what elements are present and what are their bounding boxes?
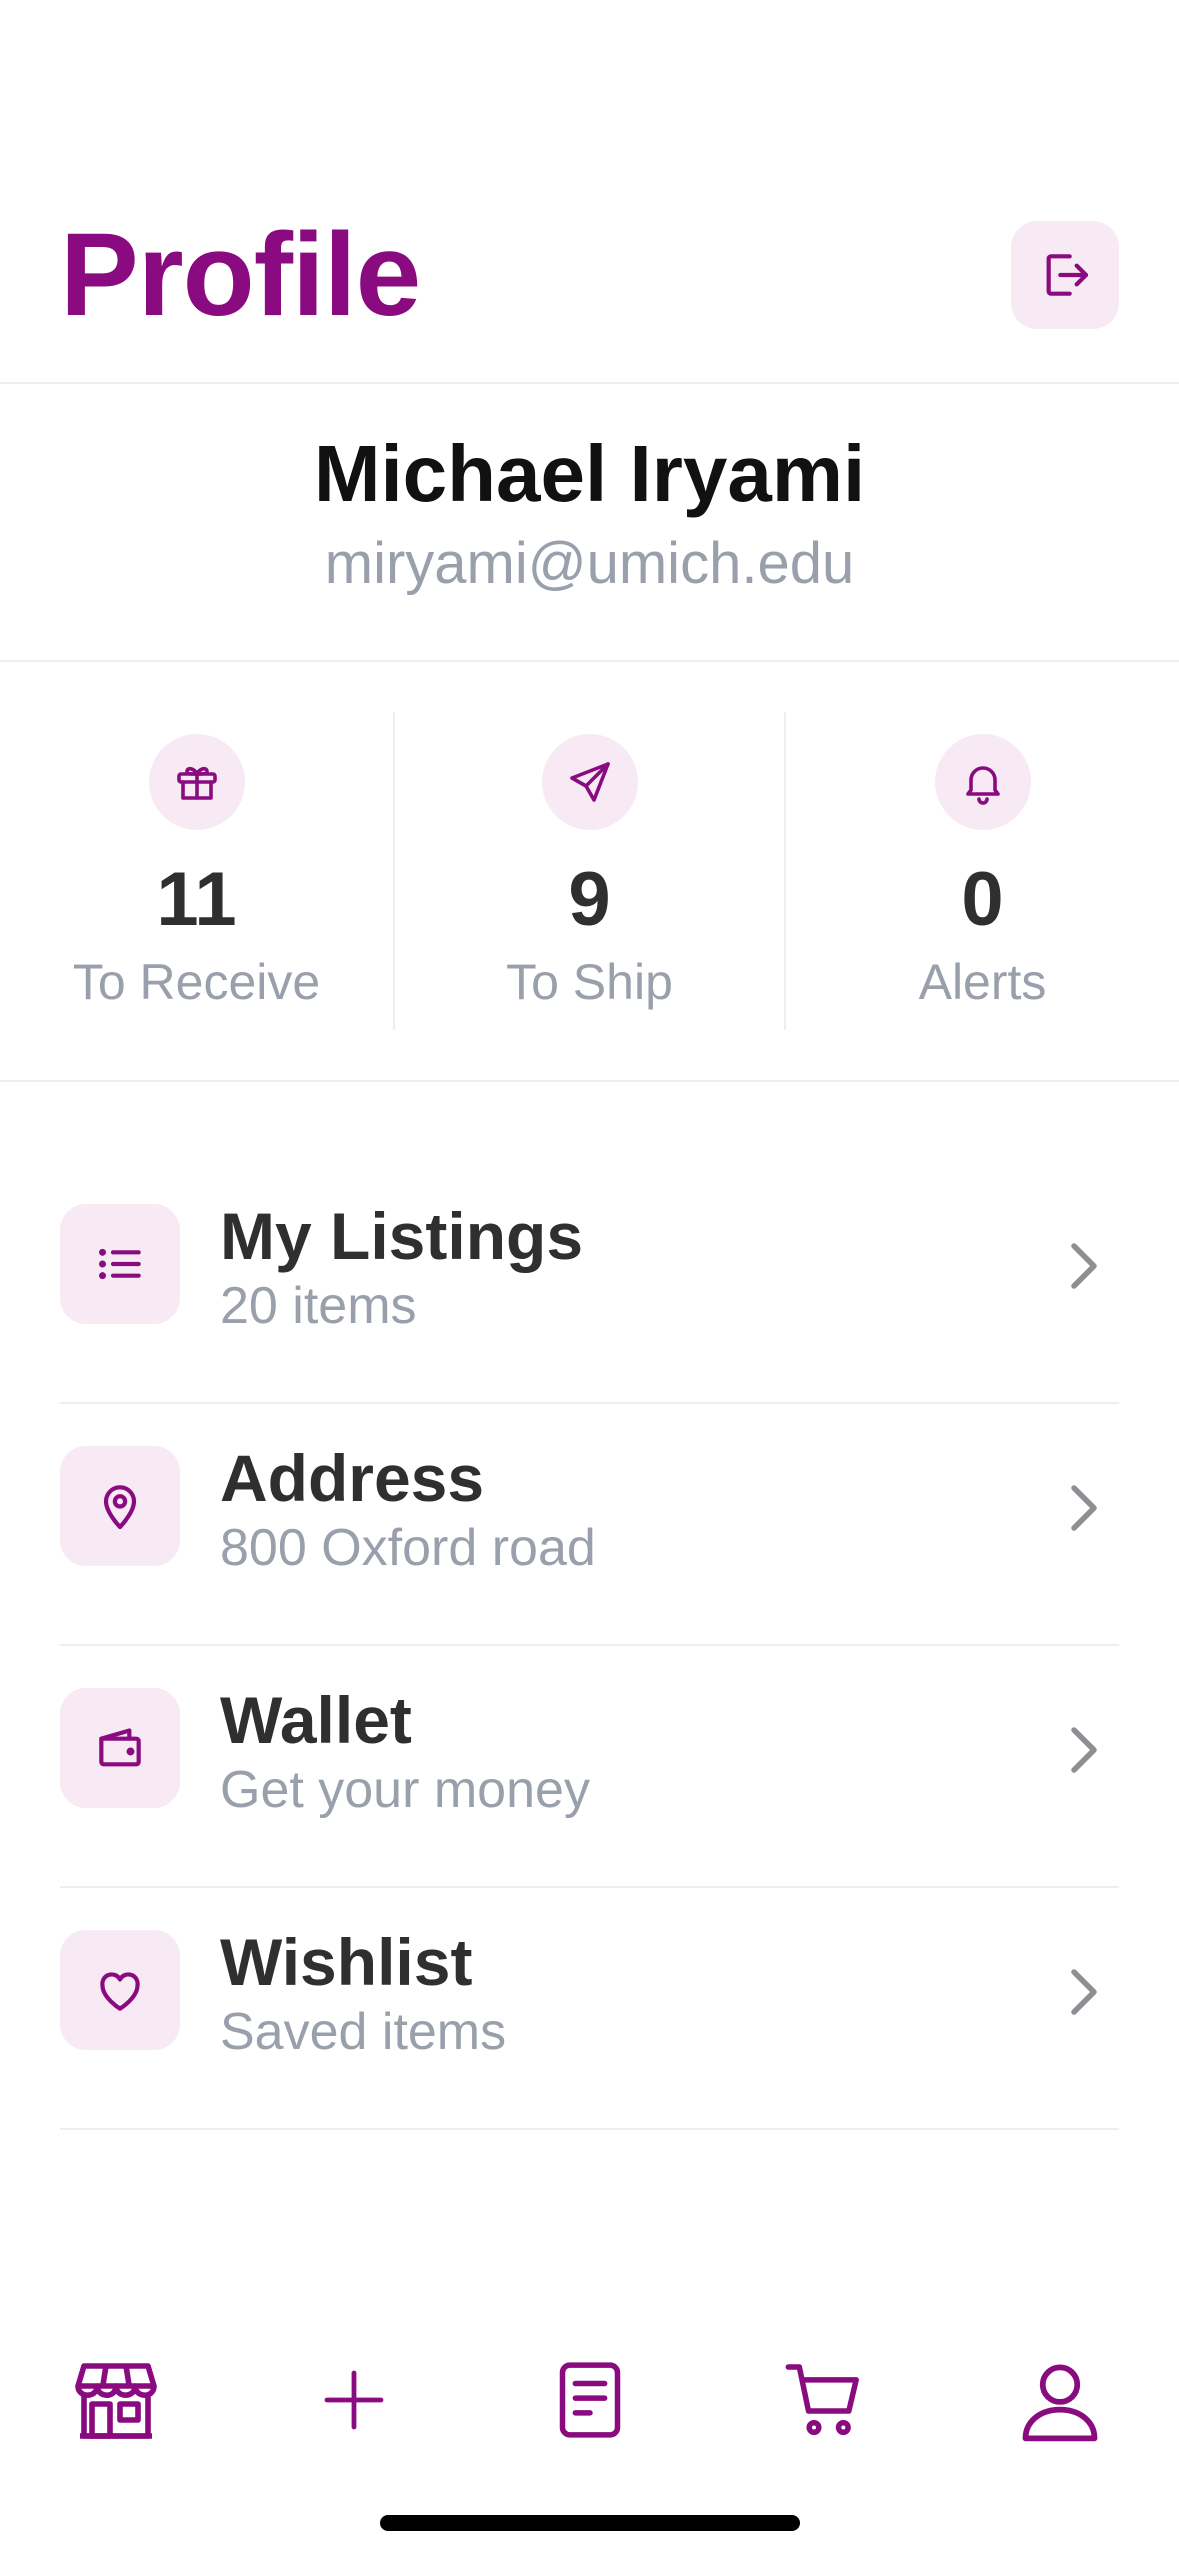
stat-label: To Receive <box>72 954 321 1010</box>
send-icon <box>541 734 638 830</box>
stat-value: 9 <box>568 857 611 942</box>
tab-add[interactable] <box>304 2350 404 2450</box>
bell-icon <box>934 734 1031 830</box>
menu-item-title: My Listings <box>220 1199 584 1273</box>
chevron-right-icon <box>1059 1962 1109 2022</box>
menu-item-title: Wishlist <box>220 1925 473 1999</box>
plus-icon <box>324 2370 384 2430</box>
page-title: Profile <box>60 209 421 341</box>
stats-row: 11 To Receive 9 To Ship 0 Alerts <box>0 662 1179 1082</box>
menu-item-subtitle: Saved items <box>220 2003 507 2061</box>
stat-to-receive[interactable]: 11 To Receive <box>0 662 393 1080</box>
menu-item-subtitle: Get your money <box>220 1761 590 1819</box>
menu-item-my-listings[interactable]: My Listings 20 items <box>60 1162 1119 1404</box>
user-info: Michael Iryami miryami@umich.edu <box>0 384 1179 662</box>
list-icon <box>60 1204 180 1324</box>
chevron-right-icon <box>1059 1720 1109 1780</box>
user-name: Michael Iryami <box>313 429 866 518</box>
home-indicator <box>380 2515 800 2531</box>
document-icon <box>559 2362 621 2438</box>
user-icon <box>1022 2364 1098 2442</box>
gift-icon <box>148 734 245 830</box>
user-email: miryami@umich.edu <box>324 531 855 596</box>
tab-orders[interactable] <box>540 2350 640 2450</box>
logout-icon <box>1046 254 1089 296</box>
cart-icon <box>785 2364 859 2436</box>
store-icon <box>75 2363 157 2439</box>
chevron-right-icon <box>1059 1236 1109 1296</box>
menu-item-address[interactable]: Address 800 Oxford road <box>60 1404 1119 1646</box>
stat-alerts[interactable]: 0 Alerts <box>786 662 1179 1080</box>
menu-item-wishlist[interactable]: Wishlist Saved items <box>60 1888 1119 2130</box>
menu-item-wallet[interactable]: Wallet Get your money <box>60 1646 1119 1888</box>
stat-value: 0 <box>961 857 1004 942</box>
menu-item-subtitle: 20 items <box>220 1277 417 1335</box>
profile-menu: My Listings 20 items Address 800 Oxford … <box>60 1162 1119 2130</box>
tab-cart[interactable] <box>775 2350 875 2450</box>
menu-item-title: Wallet <box>220 1683 412 1757</box>
bottom-tab-bar <box>0 2300 1179 2490</box>
logout-button[interactable] <box>1011 221 1119 329</box>
tab-profile[interactable] <box>1010 2350 1110 2450</box>
tab-store[interactable] <box>66 2350 166 2450</box>
header: Profile <box>0 0 1179 384</box>
chevron-right-icon <box>1059 1478 1109 1538</box>
stat-label: To Ship <box>506 954 673 1010</box>
heart-icon <box>60 1930 180 2050</box>
stat-to-ship[interactable]: 9 To Ship <box>393 662 786 1080</box>
stat-value: 11 <box>156 857 237 942</box>
wallet-icon <box>60 1688 180 1808</box>
menu-item-title: Address <box>220 1441 485 1515</box>
menu-item-subtitle: 800 Oxford road <box>220 1519 596 1577</box>
location-pin-icon <box>60 1446 180 1566</box>
stat-label: Alerts <box>918 954 1047 1010</box>
